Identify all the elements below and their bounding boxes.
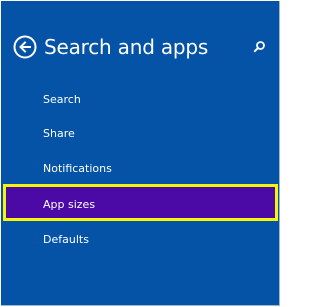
menu-item-defaults[interactable]: Defaults [43,233,89,247]
menu-item-notifications[interactable]: Notifications [43,162,112,176]
menu-item-app-sizes[interactable]: App sizes [3,184,278,221]
page-title: Search and apps [44,35,209,59]
menu-item-share[interactable]: Share [43,127,75,141]
settings-panel: Search and apps Search Share Notificatio… [1,1,280,306]
back-icon[interactable] [13,35,37,59]
search-icon[interactable] [251,39,267,55]
menu-item-app-sizes-label: App sizes [43,198,96,211]
menu-item-search[interactable]: Search [43,93,81,107]
